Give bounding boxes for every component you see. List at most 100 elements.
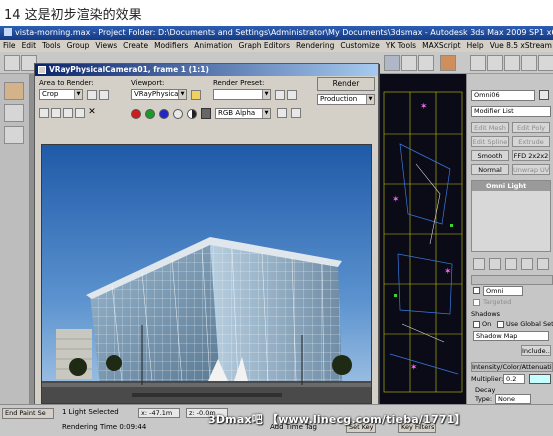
light-type-dropdown[interactable]: Omni <box>483 286 523 296</box>
rendering-time: Rendering Time 0:09:44 <box>62 423 147 431</box>
menu-tools[interactable]: Tools <box>39 41 63 50</box>
production-dropdown[interactable]: Production ▼ <box>317 94 375 105</box>
menu-edit[interactable]: Edit <box>19 41 40 50</box>
command-panel: Omni06 Modifier List Edit Mesh Edit Poly… <box>466 74 553 404</box>
alpha-channel-toggle[interactable] <box>173 109 183 119</box>
color-swatch[interactable] <box>201 108 211 119</box>
modify-tab-icon[interactable] <box>487 55 503 71</box>
render-window-title-bar: VRayPhysicalCamera01, frame 1 (1:1) <box>35 64 378 76</box>
menu-maxscript[interactable]: MAXScript <box>419 41 464 50</box>
render-setup-icon[interactable] <box>384 55 400 71</box>
normal-button[interactable]: Normal <box>471 164 509 175</box>
light-on-checkbox[interactable] <box>473 287 480 294</box>
clone-window-icon[interactable] <box>63 108 73 118</box>
dialog-spacer <box>35 124 378 140</box>
tool-icon[interactable] <box>4 126 24 144</box>
edit-region-icon[interactable] <box>87 90 97 100</box>
edit-poly-button[interactable]: Edit Poly <box>512 122 550 133</box>
configure-sets-icon[interactable] <box>537 258 549 270</box>
menu-rendering[interactable]: Rendering <box>293 41 337 50</box>
edit-spline-button[interactable]: Edit Spline <box>471 136 509 147</box>
chevron-down-icon: ▼ <box>366 95 374 104</box>
menu-yk-tools[interactable]: YK Tools <box>383 41 419 50</box>
render-button[interactable]: Render <box>317 77 375 91</box>
modifier-stack-item-omni[interactable]: Omni Light <box>472 181 550 191</box>
max-app-icon <box>4 28 12 36</box>
svg-text:✶: ✶ <box>392 195 400 205</box>
auto-region-icon[interactable] <box>99 90 109 100</box>
coord-x-field[interactable]: x: -47.1m <box>138 408 180 418</box>
menu-modifiers[interactable]: Modifiers <box>151 41 191 50</box>
green-channel-toggle[interactable] <box>145 109 155 119</box>
shadows-on-checkbox[interactable] <box>473 321 480 328</box>
blue-channel-toggle[interactable] <box>159 109 169 119</box>
general-parameters-rollout[interactable] <box>471 275 553 285</box>
multiplier-field[interactable]: 0.2 <box>503 374 525 384</box>
smooth-button[interactable]: Smooth <box>471 150 509 161</box>
building-render <box>42 145 371 403</box>
menu-help[interactable]: Help <box>464 41 487 50</box>
create-tab-icon[interactable] <box>470 55 486 71</box>
show-end-result-icon[interactable] <box>489 258 501 270</box>
menu-create[interactable]: Create <box>120 41 151 50</box>
red-channel-toggle[interactable] <box>131 109 141 119</box>
menu-file[interactable]: File <box>0 41 19 50</box>
print-icon[interactable] <box>75 108 85 118</box>
motion-tab-icon[interactable] <box>521 55 537 71</box>
viewport-dropdown[interactable]: VRayPhysicalCam▼ <box>131 89 187 100</box>
copy-image-icon[interactable] <box>51 108 61 118</box>
multiplier-label: Multiplier: <box>471 375 504 383</box>
menu-group[interactable]: Group <box>64 41 93 50</box>
vfb-toggle-icon[interactable] <box>291 108 301 118</box>
save-image-icon[interactable] <box>39 108 49 118</box>
render-preset-label: Render Preset: <box>213 79 265 87</box>
environment-icon[interactable] <box>287 90 297 100</box>
include-button[interactable]: Include... <box>521 345 551 356</box>
area-to-render-label: Area to Render: <box>39 79 94 87</box>
light-color-swatch[interactable] <box>529 374 551 384</box>
render-setup-icon[interactable] <box>275 90 285 100</box>
edit-mesh-button[interactable]: Edit Mesh <box>471 122 509 133</box>
make-unique-icon[interactable] <box>505 258 517 270</box>
pin-stack-icon[interactable] <box>473 258 485 270</box>
undo-icon[interactable] <box>4 55 20 71</box>
hierarchy-tab-icon[interactable] <box>504 55 520 71</box>
viewport-wireframe[interactable]: ✶ ✶ ✶ ✶ <box>380 74 466 404</box>
unwrap-uvw-button[interactable]: Unwrap UVW <box>512 164 550 175</box>
modifier-list-dropdown[interactable]: Modifier List <box>471 106 551 117</box>
extrude-button[interactable]: Extrude <box>512 136 550 147</box>
figure-icon[interactable] <box>4 82 24 100</box>
decay-type-dropdown[interactable]: None <box>495 394 531 404</box>
use-global-settings-checkbox[interactable] <box>497 321 504 328</box>
mono-toggle[interactable] <box>187 109 197 119</box>
app-title-bar: vista-morning.max - Project Folder: D:\D… <box>0 26 553 40</box>
shadows-label: Shadows <box>471 310 501 318</box>
left-toolbar <box>0 74 30 404</box>
menu-vue[interactable]: Vue 8.5 xStream <box>487 41 553 50</box>
menu-animation[interactable]: Animation <box>191 41 235 50</box>
menu-bar: File Edit Tools Group Views Create Modifiers An… <box>0 40 553 52</box>
menu-graph-editors[interactable]: Graph Editors <box>236 41 294 50</box>
modifier-stack[interactable]: Omni Light <box>471 180 551 252</box>
clear-icon[interactable]: ✕ <box>87 108 97 118</box>
object-color-swatch[interactable] <box>539 90 549 100</box>
area-to-render-dropdown[interactable]: Crop ▼ <box>39 89 83 100</box>
channel-dropdown[interactable]: RGB Alpha ▼ <box>215 108 271 119</box>
tool-icon[interactable] <box>4 104 24 122</box>
maxscript-listener-button[interactable]: End Paint Se <box>2 408 54 419</box>
targeted-checkbox[interactable] <box>473 299 480 306</box>
lock-viewport-icon[interactable] <box>191 90 201 100</box>
intensity-rollout[interactable]: Intensity/Color/Attenuation <box>471 362 553 372</box>
remove-modifier-icon[interactable] <box>521 258 533 270</box>
menu-customize[interactable]: Customize <box>337 41 382 50</box>
display-tab-icon[interactable] <box>538 55 553 71</box>
ffd-button[interactable]: FFD 2x2x2 <box>512 150 550 161</box>
display-toggle-icon[interactable] <box>277 108 287 118</box>
object-name-field[interactable]: Omni06 <box>471 90 535 101</box>
shadow-type-dropdown[interactable]: Shadow Map <box>473 331 549 341</box>
material-editor-icon[interactable] <box>401 55 417 71</box>
render-frame-icon[interactable] <box>418 55 434 71</box>
render-preset-dropdown[interactable]: ▼ <box>213 89 271 100</box>
quick-render-icon[interactable] <box>440 55 456 71</box>
menu-views[interactable]: Views <box>92 41 120 50</box>
